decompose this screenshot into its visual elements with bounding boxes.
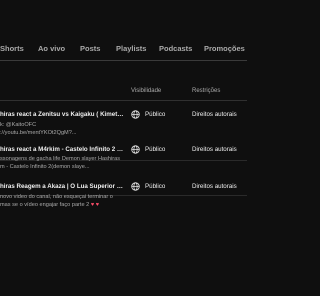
globe-icon bbox=[131, 145, 140, 154]
video-description-text: mas se o vídeo engajar faço parte 2 bbox=[0, 202, 90, 208]
video-description-line: k: @KaitoOFC bbox=[0, 122, 37, 128]
column-header-visibility[interactable]: Visibilidade bbox=[131, 88, 161, 94]
video-title[interactable]: hiras react a Zenitsu vs Kaigaku ( Kimet… bbox=[0, 111, 125, 118]
video-description-line: ssonagens de gacha life Demon slayer Has… bbox=[0, 156, 121, 162]
video-description-line: m - Castelo Infinito 2(demon slaye... bbox=[0, 164, 90, 170]
globe-icon bbox=[131, 110, 140, 119]
tab-shorts[interactable]: Shorts bbox=[0, 44, 24, 53]
tab-posts[interactable]: Posts bbox=[80, 44, 100, 53]
visibility-value[interactable]: Público bbox=[145, 146, 165, 153]
visibility-value[interactable]: Público bbox=[145, 183, 165, 190]
header-divider bbox=[0, 100, 247, 101]
visibility-value[interactable]: Público bbox=[145, 111, 165, 118]
globe-icon bbox=[131, 182, 140, 191]
heart-emoji: ♥ ♥ bbox=[90, 202, 100, 208]
column-header-restrictions[interactable]: Restrições bbox=[192, 88, 220, 94]
restriction-value[interactable]: Direitos autorais bbox=[192, 146, 237, 153]
table-row[interactable]: hiras Reagem a Akaza | O Lua Superior 3 … bbox=[0, 182, 247, 233]
restriction-value[interactable]: Direitos autorais bbox=[192, 183, 237, 190]
video-title[interactable]: hiras Reagem a Akaza | O Lua Superior 3 … bbox=[0, 183, 125, 190]
tab-playlists[interactable]: Playlists bbox=[116, 44, 146, 53]
video-description-line: ://youtu.be/mentYKOt2QgM?... bbox=[0, 130, 77, 136]
content-tabs: Shorts Ao vivo Posts Playlists Podcasts … bbox=[0, 0, 247, 58]
video-description-line: mas se o vídeo engajar faço parte 2 ♥ ♥ bbox=[0, 202, 125, 208]
tab-podcasts[interactable]: Podcasts bbox=[159, 44, 192, 53]
tab-live[interactable]: Ao vivo bbox=[38, 44, 65, 53]
video-title[interactable]: hiras react a M4rkim - Castelo Infinito … bbox=[0, 146, 125, 153]
restriction-value[interactable]: Direitos autorais bbox=[192, 111, 237, 118]
channel-content-page: Shorts Ao vivo Posts Playlists Podcasts … bbox=[0, 0, 247, 296]
tab-promotions[interactable]: Promoções bbox=[204, 44, 245, 53]
tabs-divider bbox=[0, 60, 247, 61]
video-description-line: novo video do canal, não esqueçai termin… bbox=[0, 194, 113, 200]
